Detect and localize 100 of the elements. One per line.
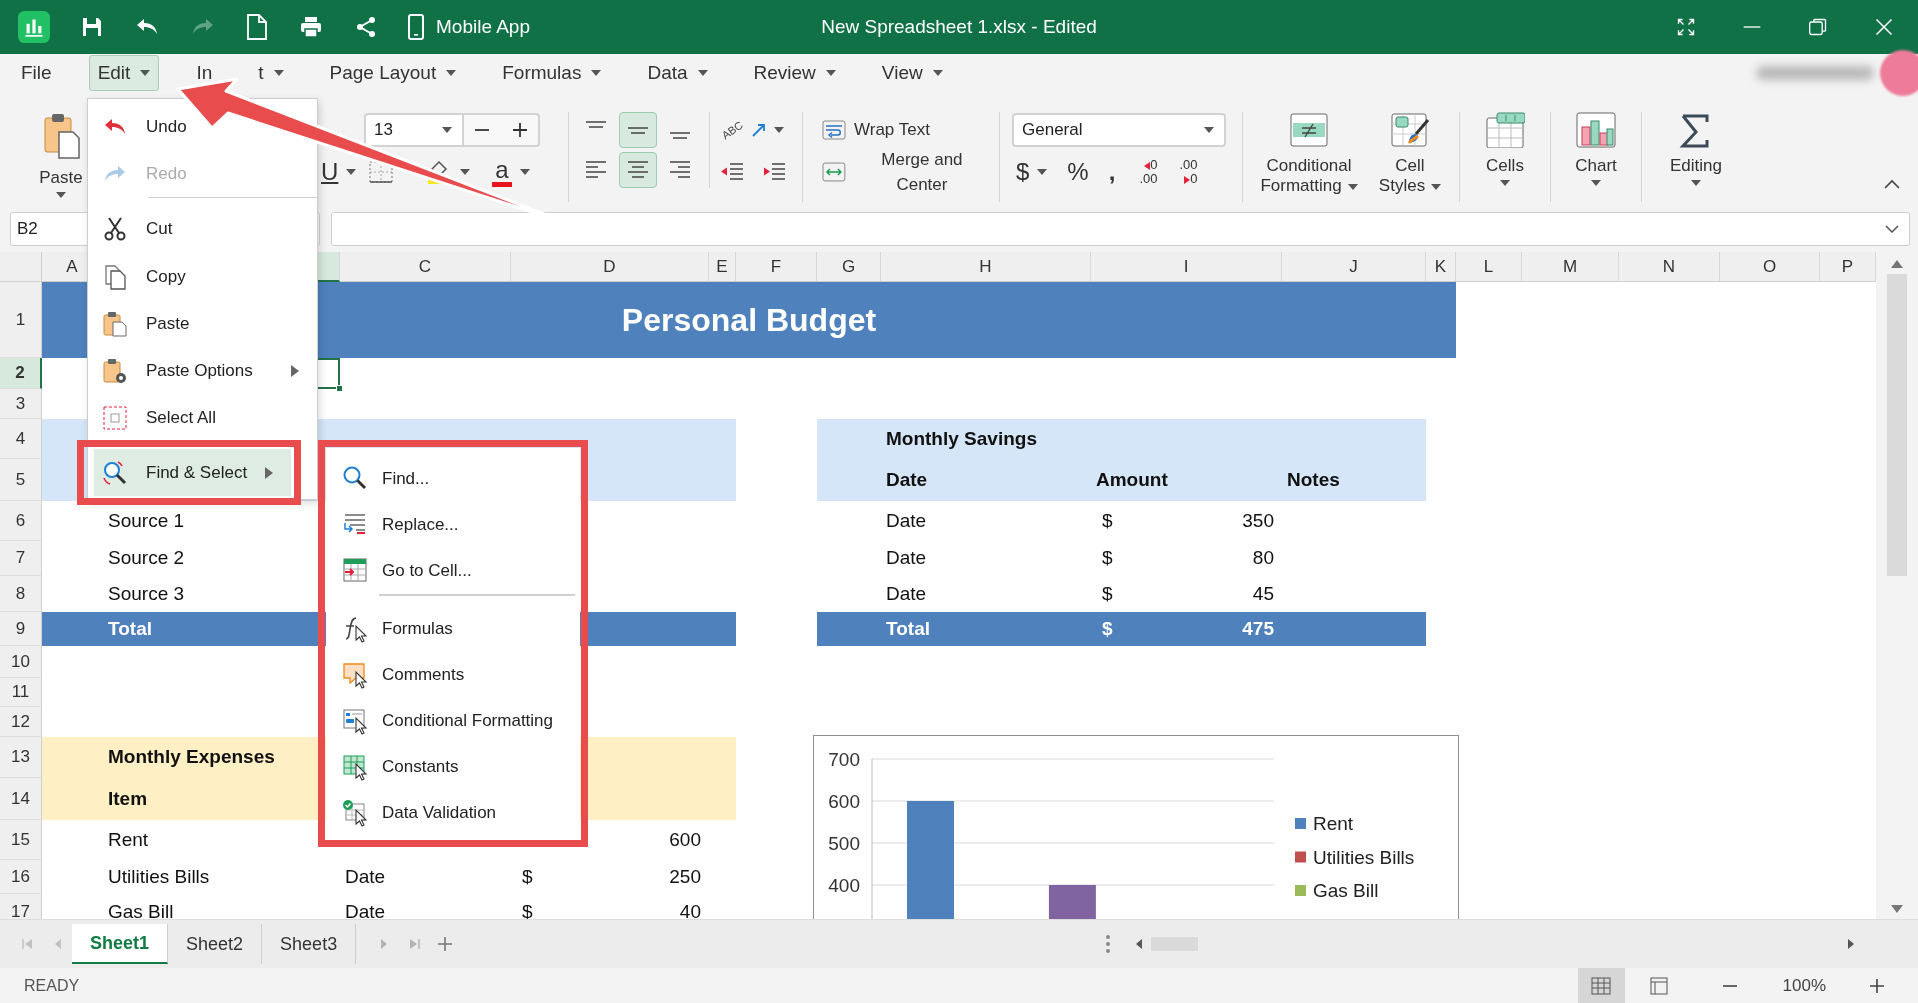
column-header[interactable]: F [736,252,817,282]
align-center-button[interactable] [619,152,657,188]
menu-item[interactable]: Select All [88,394,317,441]
menu-item[interactable]: Data Validation [326,790,580,836]
row-header[interactable]: 11 [0,678,42,707]
share-icon[interactable] [354,15,378,39]
menu-item[interactable]: In t [187,54,293,92]
view-button[interactable] [1577,968,1625,1003]
font-size-dropdown[interactable]: 13 [364,113,464,147]
column-header[interactable]: J [1282,252,1426,282]
column-header[interactable]: M [1522,252,1619,282]
wrap-text-button[interactable]: Wrap Text [821,116,931,144]
menu-item[interactable]: Undo [88,103,317,150]
align-bottom-icon [670,132,690,139]
sheet-tab[interactable]: Sheet2 [168,924,263,964]
scroll-up-icon[interactable] [1891,260,1903,268]
row-header[interactable]: 14 [0,778,42,820]
zoom-in-icon[interactable] [1870,978,1884,993]
row-header[interactable]: 3 [0,389,42,419]
row-header[interactable]: 9 [0,612,42,646]
font-size-stepper[interactable] [464,113,540,147]
comma-style-button[interactable]: , [1104,154,1120,190]
sheet-tab[interactable]: Sheet1 [72,924,169,964]
underline-button[interactable]: U [320,159,358,185]
new-document-icon[interactable] [246,14,268,40]
app-logo-icon[interactable] [18,11,50,43]
column-header[interactable]: O [1720,252,1820,282]
menu-item[interactable]: Comments [326,652,580,698]
menu-item[interactable]: Find... [326,456,580,502]
ribbon-button[interactable]: Cell Styles [1373,112,1447,196]
plus-icon[interactable] [512,122,528,138]
row-header[interactable]: 16 [0,860,42,894]
menu-item[interactable]: Paste [88,300,317,347]
decrease-decimal-button[interactable]: .00 0 [1179,158,1198,186]
ribbon-button[interactable]: Chart [1563,112,1629,186]
menu-item[interactable]: Constants [326,744,580,790]
column-header[interactable]: G [817,252,881,282]
avatar[interactable] [1880,50,1918,96]
drag-handle-icon[interactable] [1105,934,1112,954]
close-icon[interactable] [1874,17,1894,37]
column-header[interactable]: P [1820,252,1876,282]
ribbon-button[interactable]: Conditional Formatting [1257,112,1361,196]
print-icon[interactable] [298,15,324,39]
column-header[interactable]: K [1426,252,1456,282]
row-header[interactable]: 5 [0,459,42,501]
column-header[interactable]: N [1619,252,1720,282]
fullscreen-icon[interactable] [1676,17,1696,37]
text-orientation-button[interactable]: ABC [720,120,785,140]
menu-item[interactable]: Find & Select [94,449,292,496]
row-header[interactable]: 15 [0,820,42,860]
align-middle-button[interactable] [619,112,657,148]
menu-item[interactable]: View [872,54,952,92]
menu-item[interactable]: Page Layout [320,54,466,92]
menu-item[interactable]: Go to Cell... [326,548,580,594]
row-header[interactable]: 17 [0,894,42,919]
number-format-dropdown[interactable]: General [1012,113,1226,147]
menu-item[interactable]: File [12,54,61,92]
ribbon-button[interactable]: Cells [1472,112,1538,186]
save-icon[interactable] [80,15,104,39]
increase-decimal-button[interactable]: 0 .00 [1139,158,1158,186]
amount-value: 350 [1242,508,1274,533]
menu-item[interactable]: Conditional Formatting [326,698,580,744]
decrease-indent-icon[interactable] [720,162,744,182]
row-header[interactable]: 10 [0,646,42,678]
row-header[interactable]: 4 [0,419,42,459]
row-header[interactable]: 1 [0,282,42,358]
scrollbar-thumb[interactable] [1887,274,1907,576]
column-header[interactable]: L [1456,252,1522,282]
mobile-app-button[interactable]: Mobile App [408,12,530,42]
row-header[interactable]: 12 [0,707,42,737]
menu-item[interactable]: Replace... [326,502,580,548]
row-header[interactable]: 8 [0,576,42,612]
merge-center-button[interactable]: Merge and Center [821,145,991,199]
sheet-tab[interactable]: Sheet3 [262,924,357,964]
restore-icon[interactable] [1808,17,1828,37]
ribbon-button[interactable]: Editing [1654,112,1738,186]
add-sheet-icon[interactable] [438,937,453,951]
row-header[interactable]: 7 [0,541,42,576]
currency-button[interactable]: $ [1012,154,1052,190]
row-header[interactable]: 6 [0,501,42,541]
column-header[interactable]: E [709,252,736,282]
formula-input[interactable] [331,211,1910,246]
caret-icon[interactable] [1885,224,1899,233]
menu-item[interactable]: Formulas [493,54,611,92]
column-header[interactable]: I [1091,252,1282,282]
scroll-down-icon[interactable] [1891,905,1903,913]
collapse-ribbon-icon[interactable] [1884,178,1900,189]
row-header[interactable]: 13 [0,737,42,778]
percent-button[interactable]: % [1063,154,1093,190]
column-header[interactable]: D [511,252,709,282]
borders-icon[interactable] [369,161,394,183]
menu-item[interactable]: Edit [88,54,160,92]
row-header[interactable]: 2 [0,358,42,389]
increase-indent-icon[interactable] [762,162,786,182]
menu-item[interactable]: Review [744,54,845,92]
column-header[interactable]: C [340,252,511,282]
fill-handle[interactable] [336,385,343,392]
menu-item[interactable]: Data [638,54,717,92]
font-color-button[interactable]: a [491,156,531,188]
column-header[interactable]: H [881,252,1091,282]
